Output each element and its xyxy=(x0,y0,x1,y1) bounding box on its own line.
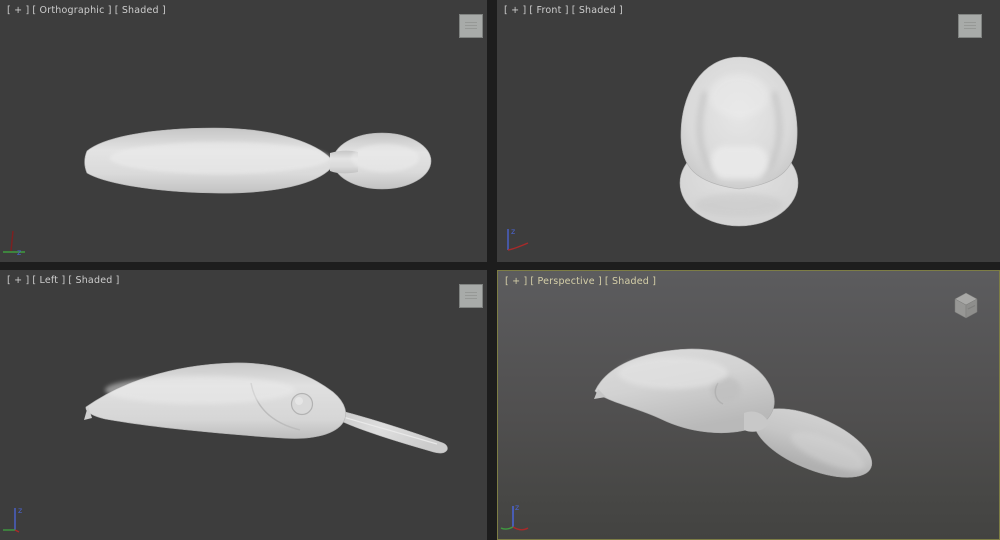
world-axis-tripod: z xyxy=(499,224,535,260)
viewport-menu-pov[interactable]: [ Orthographic ] xyxy=(32,5,111,16)
axis-z-label: z xyxy=(18,506,22,515)
model-lure-side-view[interactable] xyxy=(0,270,487,540)
viewport-menu-general[interactable]: [ + ] xyxy=(7,275,29,286)
model-lure-perspective-view[interactable] xyxy=(498,271,1000,540)
viewport-perspective[interactable]: [ + ][ Perspective ] [ Shaded ] xyxy=(497,270,1000,540)
viewport-menu-shading[interactable]: [ Shaded ] xyxy=(605,276,656,287)
viewport-menu-shading[interactable]: [ Shaded ] xyxy=(68,275,119,286)
model-lure-front-view[interactable] xyxy=(497,0,1000,262)
world-axis-tripod: z xyxy=(2,502,38,538)
viewport-menu-general[interactable]: [ + ] xyxy=(504,5,526,16)
viewport-front[interactable]: [ + ][ Front ] [ Shaded ] xyxy=(497,0,1000,262)
viewport-left[interactable]: [ + ][ Left ][ Shaded ] xyxy=(0,270,487,540)
viewport-label: [ + ][ Left ][ Shaded ] xyxy=(7,275,123,286)
viewport-menu-shading[interactable]: [ Shaded ] xyxy=(115,5,166,16)
viewport-menu-general[interactable]: [ + ] xyxy=(7,5,29,16)
viewcube-flat-icon[interactable] xyxy=(459,14,483,38)
viewcube-flat-icon[interactable] xyxy=(958,14,982,38)
viewport-menu-general[interactable]: [ + ] xyxy=(505,276,527,287)
viewport-quad: [ + ][ Orthographic ][ Shaded ] xyxy=(0,0,1000,540)
viewport-label: [ + ][ Perspective ] [ Shaded ] xyxy=(505,276,659,287)
world-axis-tripod: z xyxy=(2,224,38,260)
viewcube-glyph xyxy=(465,292,477,301)
model-lure-top-view[interactable] xyxy=(0,0,487,262)
viewport-label: [ + ][ Orthographic ] [ Shaded ] xyxy=(7,5,169,16)
viewport-menu-pov[interactable]: [ Perspective ] xyxy=(530,276,601,287)
axis-z-label: z xyxy=(515,503,519,512)
axis-z-label: z xyxy=(17,248,21,257)
viewport-orthographic[interactable]: [ + ][ Orthographic ] [ Shaded ] xyxy=(0,0,487,262)
world-axis-tripod: z xyxy=(500,501,536,537)
viewport-menu-pov[interactable]: [ Front ] xyxy=(529,5,568,16)
viewcube-glyph xyxy=(964,22,976,31)
viewcube-flat-icon[interactable] xyxy=(459,284,483,308)
viewcube-3d-icon[interactable] xyxy=(949,287,983,323)
viewport-menu-pov[interactable]: [ Left ] xyxy=(32,275,65,286)
viewport-menu-shading[interactable]: [ Shaded ] xyxy=(572,5,623,16)
axis-z-label: z xyxy=(511,227,515,236)
viewcube-glyph xyxy=(465,22,477,31)
viewport-label: [ + ][ Front ] [ Shaded ] xyxy=(504,5,626,16)
